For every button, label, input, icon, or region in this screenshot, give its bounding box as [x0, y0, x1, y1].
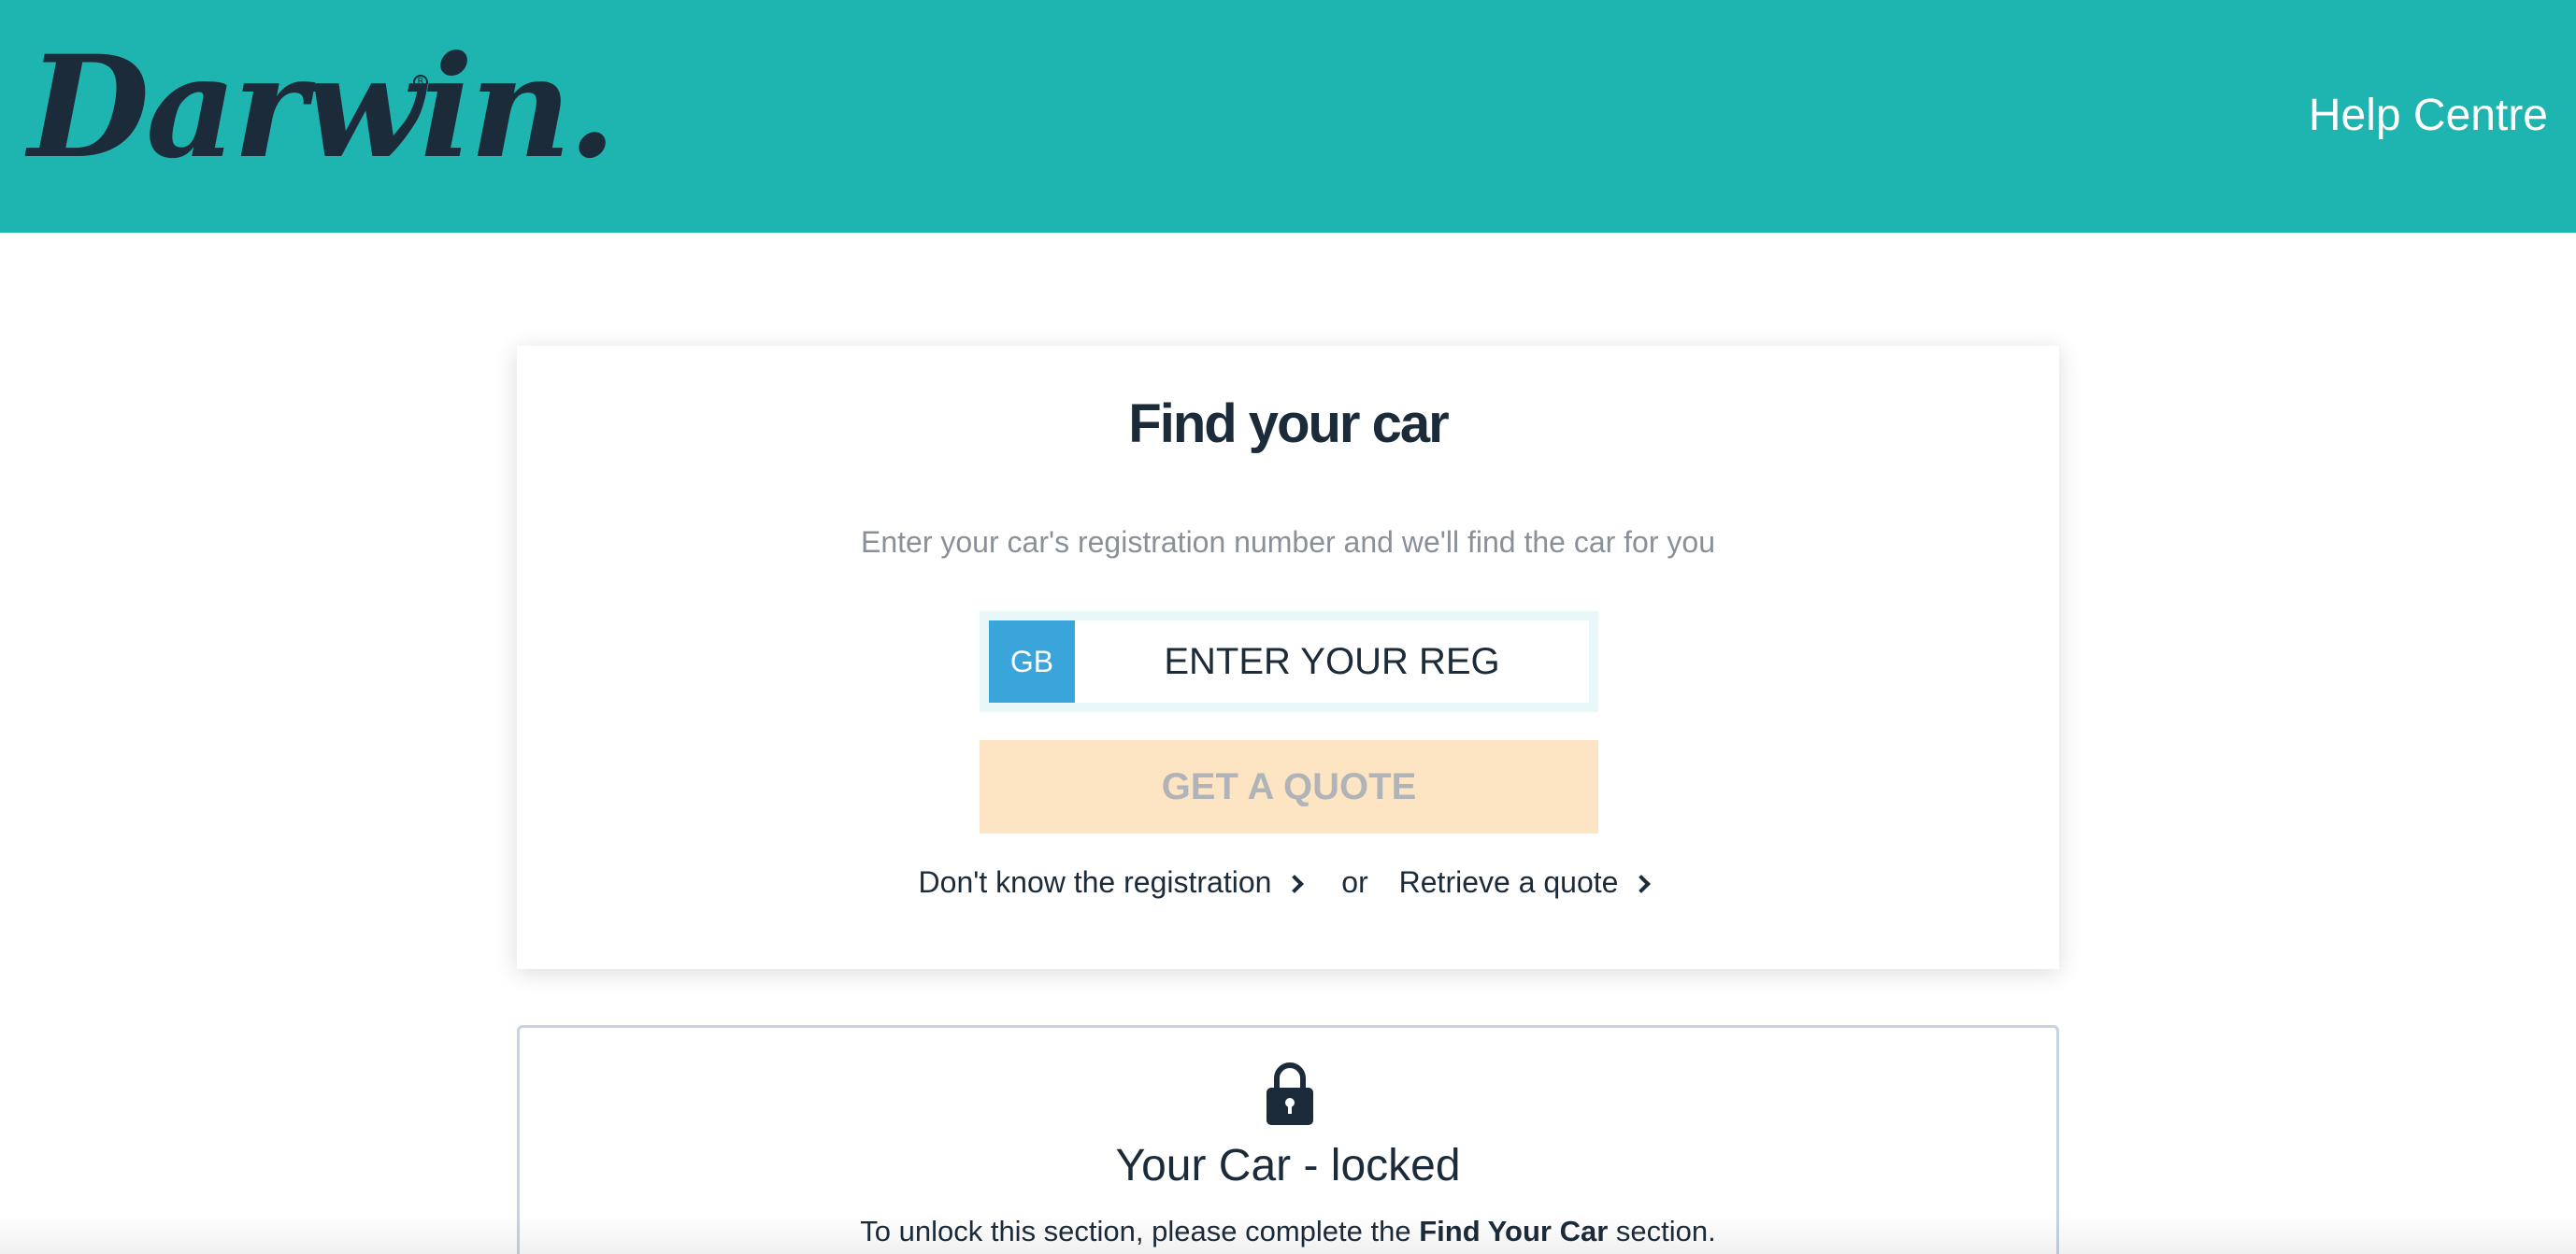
darwin-logo[interactable]: Darwin.: [28, 37, 617, 178]
registration-input[interactable]: [1075, 620, 1589, 703]
logo-text: Darwin.: [28, 25, 617, 190]
chevron-right-icon: [1285, 875, 1305, 893]
help-centre-link[interactable]: Help Centre: [2309, 90, 2548, 141]
locked-message-bold: Find Your Car: [1419, 1215, 1609, 1247]
locked-message-end: section.: [1608, 1215, 1716, 1247]
secondary-links: Don't know the registration or Retrieve …: [517, 865, 2059, 900]
dont-know-registration-label: Don't know the registration: [918, 865, 1272, 899]
get-a-quote-button[interactable]: GET A QUOTE: [980, 740, 1598, 834]
site-header: Darwin. R Help Centre: [0, 0, 2576, 233]
locked-section-message: To unlock this section, please complete …: [520, 1215, 2056, 1248]
locked-message-start: To unlock this section, please complete …: [860, 1215, 1420, 1247]
dont-know-registration-link[interactable]: Don't know the registration: [919, 865, 1311, 900]
page-title: Find your car: [1128, 393, 1449, 454]
lock-icon: [1267, 1062, 1313, 1125]
or-separator: or: [1341, 865, 1368, 899]
your-car-locked-section: Your Car - locked To unlock this section…: [517, 1025, 2059, 1254]
retrieve-quote-link[interactable]: Retrieve a quote: [1399, 865, 1658, 900]
locked-section-title: Your Car - locked: [1115, 1141, 1461, 1190]
registered-mark-icon: R: [413, 75, 428, 90]
registration-field: GB: [980, 611, 1598, 712]
find-your-car-card: Find your car Enter your car's registrat…: [517, 346, 2059, 969]
gb-badge: GB: [989, 620, 1075, 703]
find-car-subtitle: Enter your car's registration number and…: [861, 525, 1715, 559]
chevron-right-icon: [1632, 875, 1652, 893]
retrieve-quote-label: Retrieve a quote: [1398, 865, 1619, 899]
